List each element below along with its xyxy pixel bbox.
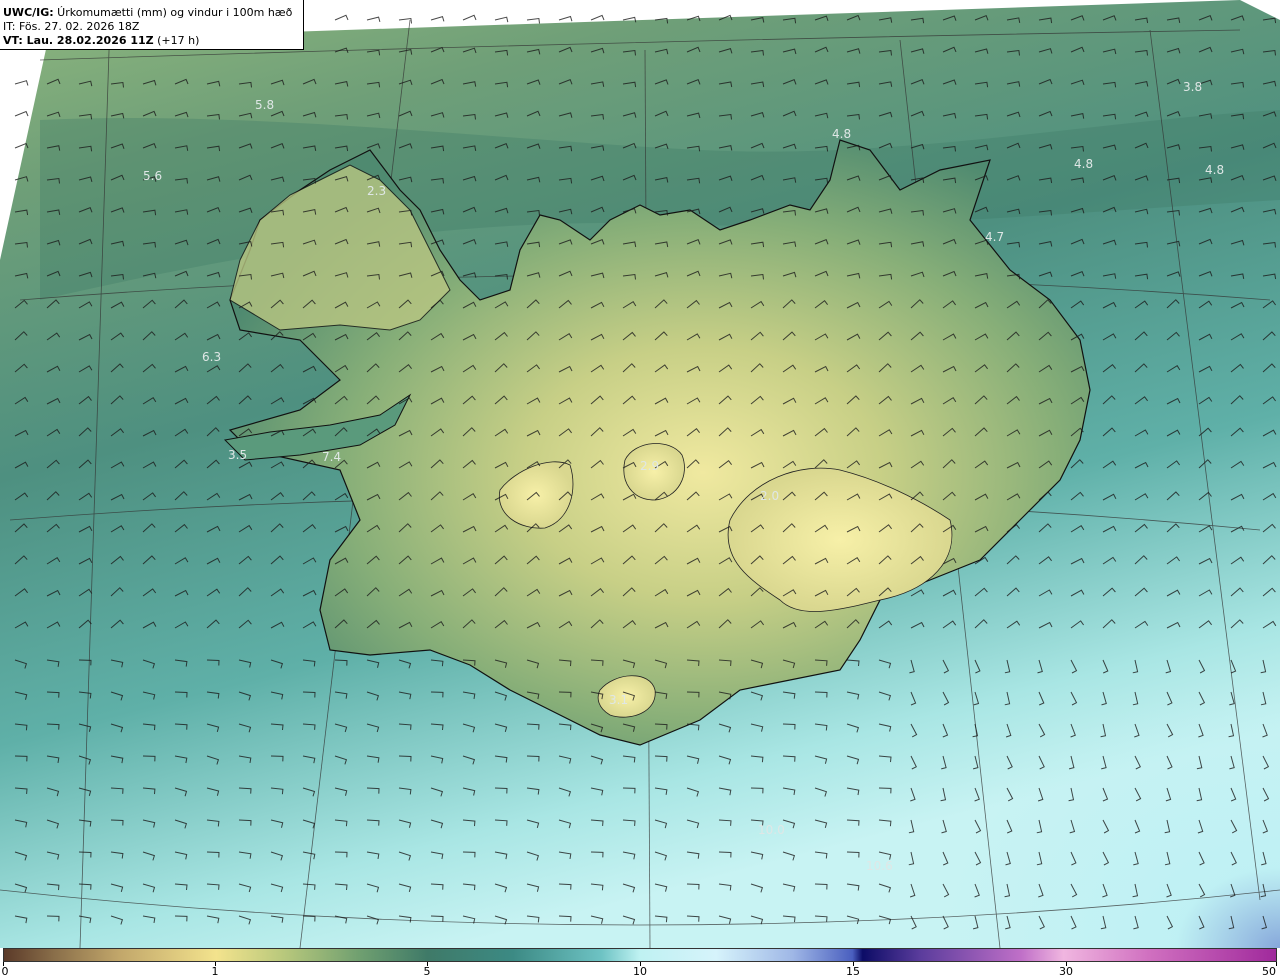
colorbar-label: 10	[633, 965, 647, 978]
value-label: 3.8	[1183, 80, 1202, 94]
value-label: 4.8	[1205, 163, 1224, 177]
colorbar-label: 1	[211, 965, 219, 978]
colorbar-tick	[1276, 962, 1277, 966]
value-label: 2.9	[640, 459, 659, 473]
value-label: 3.5	[228, 448, 247, 462]
colorbar-label: 30	[1059, 965, 1073, 978]
variable-description: Úrkomumætti (mm) og vindur i 100m hæð	[53, 6, 293, 19]
value-label: 4.7	[985, 230, 1004, 244]
model-name: UWC/IG:	[3, 6, 54, 19]
colorbar-label: 0	[1, 965, 9, 978]
valid-time: VT: Lau. 28.02.2026 11Z	[3, 34, 154, 47]
value-label: 10.0	[758, 823, 785, 837]
value-label: 2.3	[367, 184, 386, 198]
value-label: 5.6	[143, 169, 162, 183]
colorbar-label: 5	[423, 965, 431, 978]
colorbar-label: 15	[846, 965, 860, 978]
colorbar	[3, 948, 1277, 962]
colorbar-label: 50	[1262, 965, 1276, 978]
value-label: 2.0	[760, 489, 779, 503]
value-label: 4.8	[1074, 157, 1093, 171]
colorbar-legend: 0 1 5 10 15 30 50	[0, 948, 1280, 978]
value-label: 6.3	[202, 350, 221, 364]
precipitable-water-map: 5.8 5.6 4.8 4.8 4.8 3.8 4.7 6.3 3.5 7.4 …	[0, 0, 1280, 948]
valid-time-line: VT: Lau. 28.02.2026 11Z (+17 h)	[3, 34, 303, 48]
value-label: 5.8	[255, 98, 274, 112]
init-time: IT: Fös. 27. 02. 2026 18Z	[3, 20, 140, 33]
value-label: 3.1	[609, 693, 628, 707]
map-title-box: UWC/IG: Úrkomumætti (mm) og vindur i 100…	[0, 0, 304, 50]
map-figure: 5.8 5.6 4.8 4.8 4.8 3.8 4.7 6.3 3.5 7.4 …	[0, 0, 1280, 978]
lead-time: (+17 h)	[153, 34, 200, 47]
value-label: 7.4	[322, 450, 341, 464]
value-label: 4.8	[832, 127, 851, 141]
map-title: UWC/IG: Úrkomumætti (mm) og vindur i 100…	[3, 6, 303, 20]
value-label: 10.6	[866, 859, 893, 873]
